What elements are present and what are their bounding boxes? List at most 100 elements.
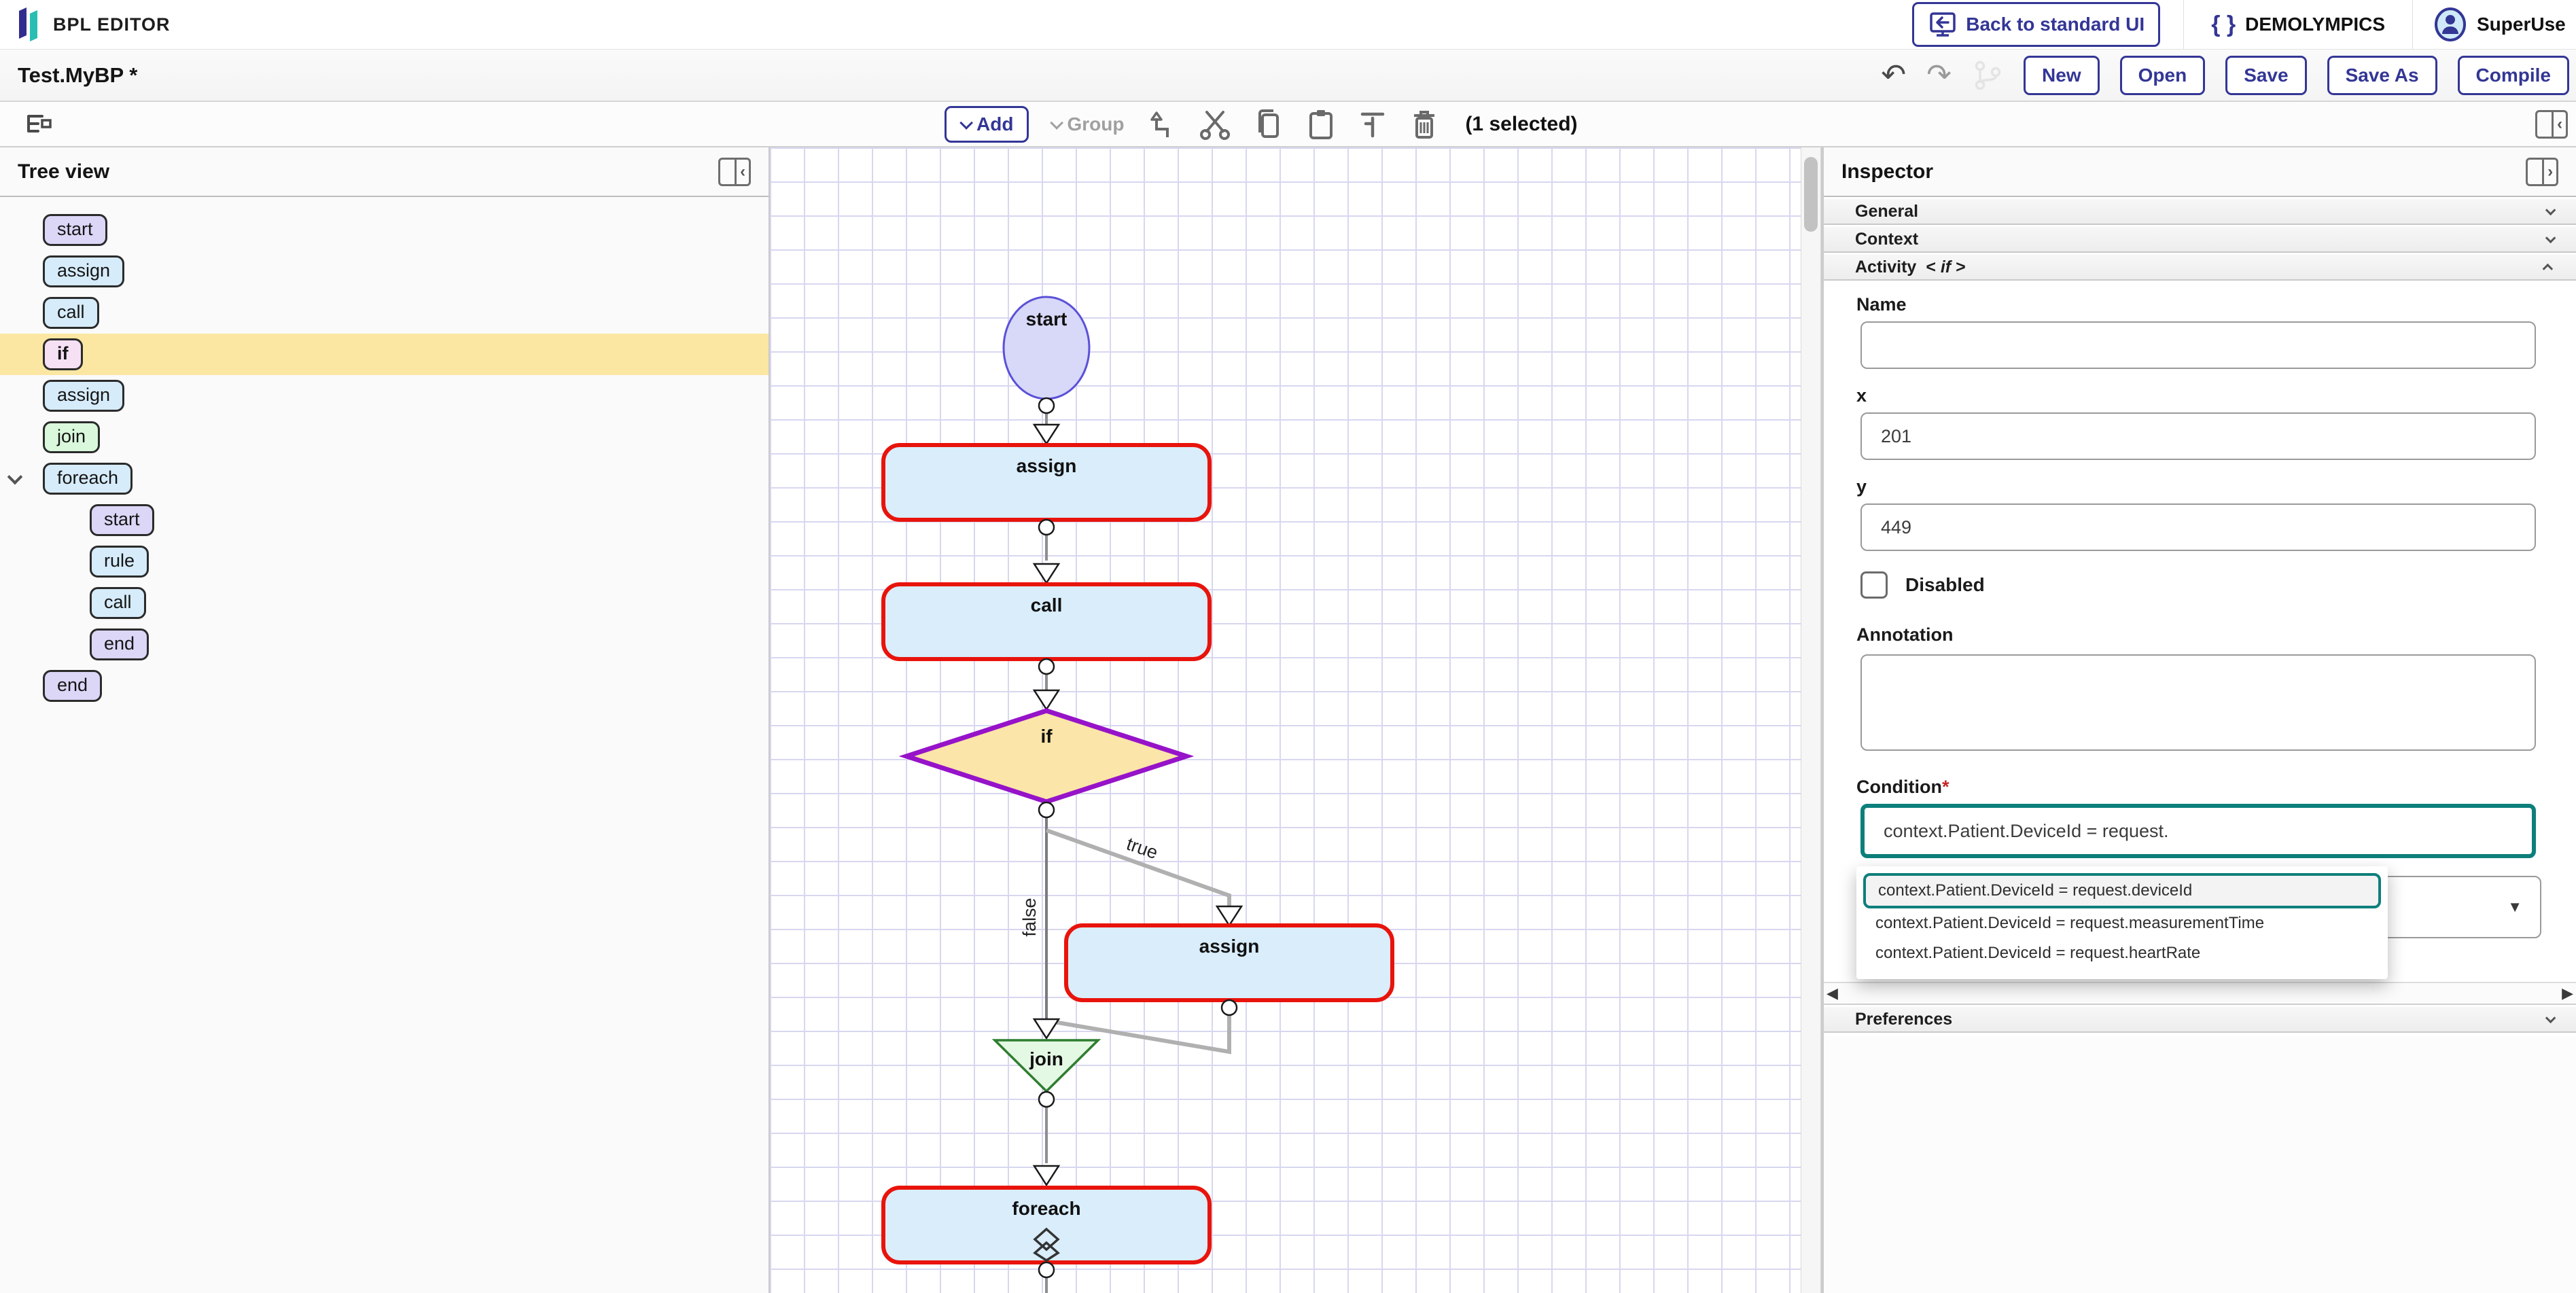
suggestion-item[interactable]: context.Patient.DeviceId = request.heart…	[1863, 938, 2381, 968]
inspector-panel: Inspector › General Context Activity < i…	[1821, 147, 2576, 1293]
node-if-label: if	[1040, 726, 1053, 747]
open-button[interactable]: Open	[2120, 56, 2206, 95]
user-menu[interactable]: SuperUse	[2413, 7, 2576, 41]
canvas-vertical-scrollbar[interactable]	[1801, 147, 1821, 1293]
group-button[interactable]: Group	[1051, 113, 1124, 135]
new-button[interactable]: New	[2024, 56, 2100, 95]
tree-badge-rule[interactable]: rule	[90, 546, 149, 578]
chevron-down-icon[interactable]	[7, 470, 23, 485]
condition-field[interactable]: context.Patient.DeviceId = request.	[1860, 804, 2536, 858]
arrowhead-icon	[1034, 564, 1059, 583]
tree-view-panel: Tree view ‹ start assign call if assign …	[0, 147, 770, 1293]
namespace-switcher[interactable]: { } DEMOLYMPICS	[2184, 12, 2412, 38]
port-icon[interactable]	[1039, 1262, 1054, 1277]
add-activity-button[interactable]: Add	[945, 106, 1029, 143]
port-icon[interactable]	[1222, 1000, 1237, 1015]
suggestion-item[interactable]: context.Patient.DeviceId = request.devic…	[1863, 873, 2381, 908]
disabled-label: Disabled	[1905, 574, 1985, 596]
paste-icon[interactable]	[1306, 108, 1336, 141]
add-button-label: Add	[976, 113, 1013, 135]
undo-icon[interactable]: ↶	[1881, 60, 1906, 90]
tree-item-join: join	[0, 417, 769, 458]
save-button[interactable]: Save	[2225, 56, 2306, 95]
node-assign-1-label: assign	[1017, 455, 1077, 476]
inspector-title: Inspector	[1841, 160, 1933, 183]
tree-badge-call[interactable]: call	[43, 297, 99, 329]
section-general[interactable]: General	[1824, 198, 2576, 225]
tree-badge-end[interactable]: end	[43, 670, 102, 702]
collapse-right-panel-icon[interactable]: ‹	[2535, 110, 2568, 139]
delete-icon[interactable]	[1409, 108, 1439, 141]
reroute-connector-icon[interactable]	[1146, 109, 1177, 140]
suggestion-item[interactable]: context.Patient.DeviceId = request.measu…	[1863, 908, 2381, 938]
chevron-right-icon: ›	[2544, 160, 2556, 184]
node-foreach-label: foreach	[1012, 1198, 1080, 1219]
braces-icon: { }	[2211, 12, 2236, 38]
name-field[interactable]	[1860, 321, 2536, 369]
branch-icon	[1972, 59, 2003, 92]
tree-badge-if[interactable]: if	[43, 338, 83, 370]
x-field[interactable]: 201	[1860, 412, 2536, 460]
redo-icon[interactable]: ↷	[1926, 60, 1952, 90]
disabled-checkbox[interactable]	[1860, 571, 1888, 599]
chevron-down-icon	[2545, 1012, 2556, 1023]
chevron-down-icon	[959, 116, 973, 129]
port-icon[interactable]	[1039, 659, 1054, 674]
scroll-right-icon[interactable]: ▶	[2562, 986, 2573, 1001]
scrollbar-thumb[interactable]	[1804, 157, 1818, 232]
tree-item-assign: assign	[0, 375, 769, 417]
tree-badge-start[interactable]: start	[43, 214, 107, 246]
compile-button[interactable]: Compile	[2458, 56, 2569, 95]
tree-view-toggle-icon[interactable]	[24, 111, 56, 138]
tree-item-rule-child: rule	[0, 541, 769, 582]
tree-badge-assign[interactable]: assign	[43, 380, 124, 412]
arrowhead-icon	[1217, 906, 1241, 925]
panel-toggle-body	[2528, 160, 2544, 184]
tree-item-foreach: foreach	[0, 458, 769, 499]
y-label: y	[1856, 476, 1867, 497]
port-icon[interactable]	[1039, 520, 1054, 535]
tree-badge-join[interactable]: join	[43, 421, 100, 453]
port-icon[interactable]	[1039, 1092, 1054, 1107]
tree-badge-assign[interactable]: assign	[43, 255, 124, 287]
tree-view-title: Tree view	[18, 160, 109, 183]
annotation-label: Annotation	[1856, 624, 1953, 645]
node-assign-2-label: assign	[1199, 936, 1260, 957]
node-call-label: call	[1031, 595, 1063, 616]
chevron-up-icon	[2543, 263, 2554, 274]
section-preferences[interactable]: Preferences	[1824, 1006, 2576, 1033]
scroll-left-icon[interactable]: ◀	[1827, 986, 1838, 1001]
tree-badge-start[interactable]: start	[90, 504, 154, 536]
inspector-horizontal-scrollbar[interactable]: ◀ ▶	[1824, 982, 2576, 1005]
collapse-inspector-icon[interactable]: ›	[2526, 158, 2558, 186]
inspector-empty-area	[1824, 1036, 2576, 1293]
cut-icon[interactable]	[1199, 108, 1231, 141]
arrowhead-icon	[1034, 1166, 1059, 1185]
user-avatar-icon	[2433, 7, 2467, 41]
tree-item-start-child: start	[0, 499, 769, 541]
annotation-field[interactable]	[1860, 654, 2536, 751]
back-to-standard-ui-button[interactable]: Back to standard UI	[1912, 2, 2160, 47]
tree-item-call: call	[0, 292, 769, 334]
node-if[interactable]	[906, 711, 1186, 802]
section-general-label: General	[1855, 202, 1918, 222]
save-as-button[interactable]: Save As	[2327, 56, 2437, 95]
collapse-tree-panel-icon[interactable]: ‹	[718, 158, 751, 186]
bpl-editor-app: BPL EDITOR Back to standard UI { } DEMOL…	[0, 0, 2576, 1293]
tree-badge-end[interactable]: end	[90, 628, 149, 660]
diagram-canvas[interactable]: true false start assign call if assign j…	[770, 147, 1801, 1293]
copy-icon[interactable]	[1253, 108, 1284, 141]
section-activity[interactable]: Activity < if >	[1824, 253, 2576, 281]
inspector-header: Inspector ›	[1824, 147, 2576, 197]
panel-toggle-body	[720, 160, 737, 184]
port-icon[interactable]	[1039, 398, 1054, 413]
y-field[interactable]: 449	[1860, 503, 2536, 551]
port-icon[interactable]	[1039, 802, 1054, 817]
tree-badge-foreach[interactable]: foreach	[43, 463, 133, 495]
tree-badge-call[interactable]: call	[90, 587, 146, 619]
section-context[interactable]: Context	[1824, 226, 2576, 253]
chevron-down-icon	[1051, 116, 1064, 129]
pin-to-top-icon[interactable]	[1358, 109, 1388, 140]
tree-item-end-child: end	[0, 624, 769, 665]
chevron-down-icon	[2545, 205, 2556, 215]
